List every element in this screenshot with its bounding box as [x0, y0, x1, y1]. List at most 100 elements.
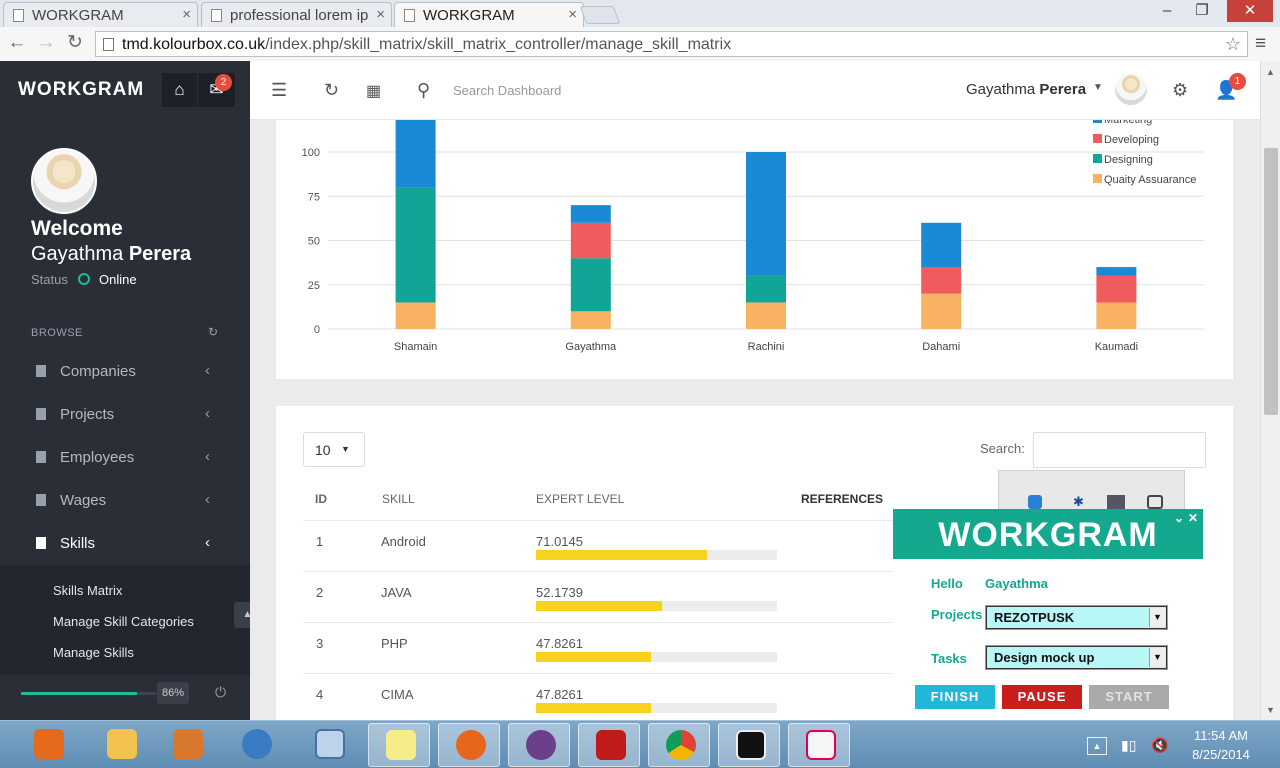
submenu-skills-matrix[interactable]: Skills Matrix	[53, 583, 122, 598]
start-button[interactable]: START	[1089, 685, 1169, 709]
sidebar-item-employees[interactable]: Employees ‹	[0, 437, 250, 480]
file-icon	[36, 494, 46, 506]
browser-tab-workgram[interactable]: WORKGRAM ×	[3, 2, 198, 27]
file-icon	[36, 537, 46, 549]
maximize-button[interactable]: ❐	[1190, 0, 1214, 22]
legend-swatch	[1093, 154, 1102, 163]
hamburger-menu-icon[interactable]: ☰	[271, 80, 287, 101]
pause-button[interactable]: PAUSE	[1002, 685, 1082, 709]
progress-percent: 86%	[157, 682, 189, 704]
column-header-id[interactable]: ID	[315, 492, 327, 506]
app-icon-virtualbox[interactable]	[298, 723, 360, 767]
row-divider	[303, 673, 893, 674]
sidebar-item-skills[interactable]: Skills ‹	[0, 523, 250, 566]
avatar[interactable]	[31, 148, 97, 214]
page-icon	[404, 9, 415, 22]
app-icon-firefox[interactable]	[438, 723, 500, 767]
row-skill: Android	[381, 534, 426, 549]
app-icon-infinity[interactable]	[225, 723, 287, 767]
sidebar-item-label: Projects	[60, 406, 115, 423]
reload-button[interactable]: ↻	[63, 32, 87, 54]
bar-segment	[1096, 275, 1137, 303]
browser-toolbar: ← → ↻ tmd.kolourbox.co.uk/index.php/skil…	[0, 27, 1280, 61]
app-icon-explorer[interactable]	[90, 723, 152, 767]
avatar[interactable]	[1114, 72, 1148, 106]
tray-expand-icon[interactable]: ▲	[1087, 737, 1107, 755]
column-header-references[interactable]: REFERENCES	[801, 492, 883, 506]
bluetooth-icon[interactable]: ✱	[1073, 494, 1084, 510]
tab-close-icon[interactable]: ×	[376, 6, 385, 23]
back-button[interactable]: ←	[5, 32, 29, 54]
app-icon-sticky-notes[interactable]	[368, 723, 430, 767]
camera-icon[interactable]	[1147, 495, 1163, 509]
expert-level-fill	[536, 703, 652, 713]
browser-menu-icon[interactable]: ≡	[1255, 33, 1266, 55]
sidebar-item-companies[interactable]: Companies ‹	[0, 351, 250, 394]
new-tab-button[interactable]	[579, 6, 621, 24]
project-select[interactable]: REZOTPUSK ▼	[986, 606, 1167, 629]
gear-icon[interactable]: ⚙	[1172, 80, 1188, 101]
app-icon-chrome[interactable]	[648, 723, 710, 767]
refresh-icon[interactable]: ↻	[324, 80, 339, 101]
home-button[interactable]: ⌂	[162, 73, 197, 107]
chevron-left-icon: ‹	[205, 491, 210, 508]
taskbar-clock[interactable]: 11:54 AM 8/25/2014	[1181, 726, 1261, 764]
browser-tab-active[interactable]: WORKGRAM ×	[394, 2, 584, 27]
chevron-down-icon[interactable]: ▼	[1093, 82, 1103, 93]
close-icon[interactable]: ✕	[1188, 511, 1198, 525]
power-icon[interactable]	[1028, 495, 1042, 509]
chevron-down-icon[interactable]: ⌄	[1174, 511, 1184, 525]
bar-segment	[1096, 267, 1137, 276]
app-icon-d[interactable]	[718, 723, 780, 767]
app-icon-office[interactable]	[17, 723, 79, 767]
column-header-expert-level[interactable]: EXPERT LEVEL	[536, 492, 624, 506]
row-id: 1	[316, 534, 324, 549]
search-icon[interactable]: ⚲	[417, 80, 430, 101]
grid-icon[interactable]: ▦	[366, 81, 381, 101]
app-icon-github[interactable]	[508, 723, 570, 767]
sidebar-brand[interactable]: WORKGRAM	[18, 79, 144, 101]
file-icon	[36, 408, 46, 420]
task-select[interactable]: Design mock up ▼	[986, 646, 1167, 669]
minimize-button[interactable]: –	[1156, 0, 1178, 22]
scrollbar-thumb[interactable]	[1264, 148, 1278, 415]
app-icon-java[interactable]	[788, 723, 850, 767]
scroll-down-arrow-icon[interactable]: ▼	[1266, 705, 1275, 715]
row-expert-level: 47.8261	[536, 636, 583, 651]
row-id: 4	[316, 687, 324, 702]
display-icon[interactable]	[1107, 495, 1125, 509]
tab-close-icon[interactable]: ×	[182, 6, 191, 23]
chevron-left-icon: ‹	[205, 405, 210, 422]
scroll-up-arrow-icon[interactable]: ▲	[1266, 67, 1275, 77]
status-label: Status	[31, 272, 68, 287]
refresh-icon[interactable]: ↻	[208, 325, 218, 339]
close-window-button[interactable]: ✕	[1227, 0, 1273, 22]
submenu-manage-skill-categories[interactable]: Manage Skill Categories	[53, 614, 194, 629]
forward-button[interactable]: →	[34, 32, 58, 54]
task-select-value: Design mock up	[994, 650, 1095, 665]
bookmark-star-icon[interactable]: ☆	[1225, 34, 1241, 55]
search-input[interactable]: Search Dashboard	[453, 83, 561, 98]
user-menu[interactable]: Gayathma Perera	[966, 81, 1086, 98]
hello-label: Hello	[931, 576, 963, 591]
power-icon[interactable]: ⏻	[215, 684, 226, 701]
table-search-input[interactable]	[1033, 432, 1206, 468]
tab-close-icon[interactable]: ×	[568, 6, 577, 23]
app-icon-media[interactable]	[156, 723, 218, 767]
sidebar-item-wages[interactable]: Wages ‹	[0, 480, 250, 523]
column-header-skill[interactable]: SKILL	[382, 492, 415, 506]
page-icon	[211, 9, 222, 22]
battery-icon[interactable]: ▮▯	[1121, 737, 1136, 754]
browser-tab-lorem[interactable]: professional lorem ip ×	[201, 2, 392, 27]
chevron-left-icon: ‹	[205, 448, 210, 465]
clock-date: 8/25/2014	[1192, 747, 1250, 762]
app-icon-filezilla[interactable]	[578, 723, 640, 767]
finish-button[interactable]: FINISH	[915, 685, 995, 709]
sidebar-item-projects[interactable]: Projects ‹	[0, 394, 250, 437]
submenu-manage-skills[interactable]: Manage Skills	[53, 645, 134, 660]
address-bar[interactable]: tmd.kolourbox.co.uk/index.php/skill_matr…	[95, 31, 1248, 57]
mail-button[interactable]: ✉ 2	[198, 73, 235, 107]
sidebar-item-label: Wages	[60, 492, 107, 509]
volume-muted-icon[interactable]: 🔇	[1151, 737, 1168, 754]
page-scrollbar[interactable]: ▲ ▼	[1260, 61, 1280, 720]
